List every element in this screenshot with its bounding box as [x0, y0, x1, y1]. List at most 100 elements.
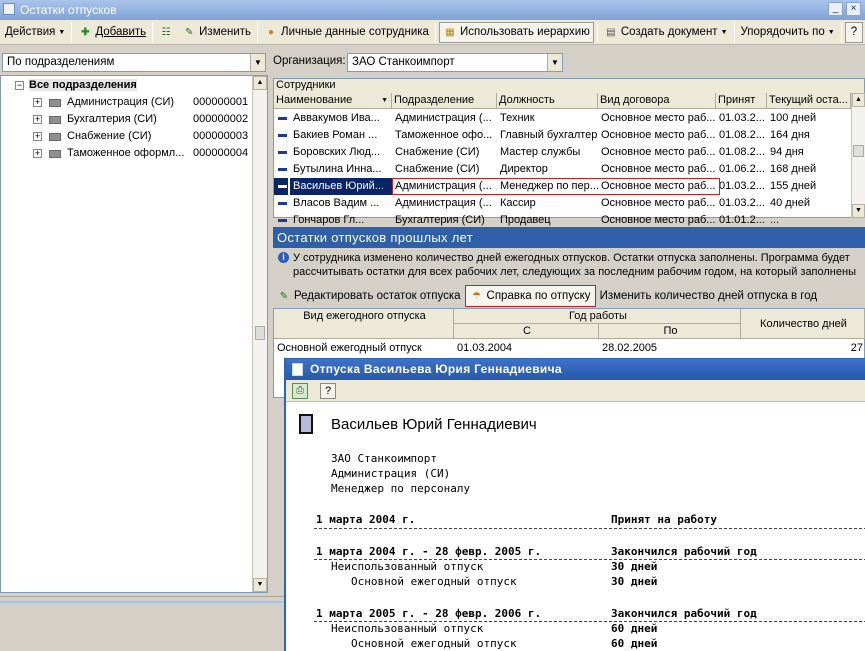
table-cell[interactable]: 01.03.2...	[716, 110, 767, 127]
table-cell[interactable]: Основное место раб...	[598, 127, 716, 144]
actions-menu[interactable]: Действия ▼	[2, 22, 68, 43]
table-cell[interactable]: 01.03.2...	[716, 178, 767, 195]
print-icon[interactable]: ⎙	[292, 383, 308, 399]
table-cell[interactable]: Снабжение (СИ)	[392, 161, 497, 178]
change-days-button[interactable]: Изменить количество дней отпуска в год	[596, 285, 822, 307]
table-cell[interactable]: Главный бухгалтер	[497, 127, 598, 144]
table-row[interactable]: Бутылина Инна... Снабжение (СИ) Директор Ос…	[274, 161, 851, 178]
table-row[interactable]: Боровских Люд... Снабжение (СИ) Мастер слу…	[274, 144, 851, 161]
column-header[interactable]: Год работы	[454, 309, 741, 324]
column-header[interactable]: Принят	[716, 93, 767, 109]
add-button[interactable]: ✚ Добавить	[75, 22, 149, 43]
table-cell[interactable]: Кассир	[497, 195, 598, 212]
table-cell[interactable]: Основное место раб...	[598, 195, 716, 212]
tree-item[interactable]: + Бухгалтерия (СИ) 000000002	[33, 112, 263, 128]
tree-item[interactable]: + Таможенное оформл... 000000004	[33, 146, 263, 162]
expand-icon[interactable]: +	[33, 98, 42, 107]
hierarchy-list-button[interactable]: ☷	[156, 22, 179, 43]
table-cell[interactable]: Основное место раб...	[598, 144, 716, 161]
employee-icon	[278, 117, 287, 120]
create-document-button[interactable]: ▤ Создать документ ▼	[601, 22, 731, 43]
report-position: Менеджер по персоналу	[331, 482, 471, 495]
table-cell[interactable]: 100 дней	[767, 110, 851, 127]
tree-item[interactable]: + Снабжение (СИ) 000000003	[33, 129, 263, 145]
table-cell[interactable]: Основное место раб...	[598, 110, 716, 127]
minimize-button[interactable]: _	[828, 2, 843, 16]
chevron-down-icon[interactable]: ▼	[547, 54, 562, 71]
table-cell[interactable]: Администрация (...	[392, 110, 497, 127]
scroll-down-icon[interactable]: ▼	[852, 204, 865, 218]
table-cell[interactable]: 168 дней	[767, 161, 851, 178]
table-cell[interactable]: 40 дней	[767, 195, 851, 212]
table-cell[interactable]: Основное место раб...	[598, 161, 716, 178]
period-status: Закончился рабочий год	[611, 545, 757, 558]
table-row[interactable]: Аввакумов Ива... Администрация (... Техник…	[274, 110, 851, 127]
table-cell[interactable]: Таможенное офо...	[392, 127, 497, 144]
help-icon[interactable]: ?	[320, 383, 336, 399]
vacation-report-button[interactable]: ☂ Справка по отпуску	[464, 285, 596, 307]
collapse-icon[interactable]: −	[15, 81, 24, 90]
personal-data-button[interactable]: ● Личные данные сотрудника	[261, 22, 432, 43]
table-cell[interactable]: Аввакумов Ива...	[290, 110, 392, 127]
use-hierarchy-button[interactable]: ▦ Использовать иерархию	[438, 21, 594, 43]
table-cell[interactable]: 155 дней	[767, 178, 851, 195]
table-row[interactable]: Власов Вадим ... Администрация (... Кассир…	[274, 195, 851, 212]
department-tree: − Все подразделения + Администрация (СИ)…	[0, 75, 268, 593]
table-cell[interactable]: Бутылина Инна...	[290, 161, 392, 178]
column-header[interactable]: С	[454, 324, 599, 339]
scroll-up-icon[interactable]: ▲	[253, 76, 267, 90]
table-cell[interactable]: 28.02.2005	[599, 340, 741, 357]
table-cell[interactable]: Власов Вадим ...	[290, 195, 392, 212]
table-cell[interactable]: 01.08.2...	[716, 144, 767, 161]
scroll-thumb[interactable]	[853, 145, 864, 157]
close-button[interactable]: ×	[846, 2, 861, 16]
column-header[interactable]: Должность	[497, 93, 598, 109]
table-cell[interactable]: 01.08.2...	[716, 127, 767, 144]
edit-balance-button[interactable]: ✎ Редактировать остаток отпуска	[273, 285, 465, 307]
table-cell[interactable]: Бакиев Роман ...	[290, 127, 392, 144]
expand-icon[interactable]: +	[33, 149, 42, 158]
help-button[interactable]: ?	[844, 21, 864, 43]
table-cell[interactable]: Администрация (...	[392, 195, 497, 212]
table-cell[interactable]: 164 дня	[767, 127, 851, 144]
table-cell[interactable]: Боровских Люд...	[290, 144, 392, 161]
column-header[interactable]: Текущий оста...	[767, 93, 851, 109]
employees-scrollbar[interactable]: ▲ ▼	[851, 93, 865, 218]
table-row[interactable]: Бакиев Роман ... Таможенное офо... Главный…	[274, 127, 851, 144]
sort-icon[interactable]: ▼	[381, 93, 388, 108]
report-org: ЗАО Станкоимпорт	[331, 452, 437, 465]
expand-icon[interactable]: +	[33, 115, 42, 124]
column-header[interactable]: Подразделение	[392, 93, 497, 109]
scroll-up-icon[interactable]: ▲	[852, 93, 865, 107]
column-header[interactable]: Количество дней	[741, 309, 865, 339]
expand-icon[interactable]: +	[33, 132, 42, 141]
table-cell[interactable]: Мастер службы	[497, 144, 598, 161]
column-header[interactable]: Вид ежегодного отпуска	[274, 309, 454, 339]
grouping-select[interactable]: По подразделениям ▼	[2, 53, 266, 72]
table-cell[interactable]: Техник	[497, 110, 598, 127]
employee-icon	[278, 151, 287, 154]
table-cell[interactable]: Директор	[497, 161, 598, 178]
scroll-thumb[interactable]	[255, 326, 265, 340]
table-cell[interactable]: 01.03.2004	[454, 340, 599, 357]
table-cell[interactable]: Основной ежегодный отпуск	[274, 340, 454, 357]
edit-button[interactable]: ✎ Изменить	[179, 22, 254, 43]
table-cell[interactable]: 27	[741, 340, 865, 357]
tree-item[interactable]: + Администрация (СИ) 000000001	[33, 95, 263, 111]
sort-by-menu[interactable]: Упорядочить по ▼	[738, 22, 838, 43]
organization-select[interactable]: ЗАО Станкоимпорт ▼	[347, 53, 563, 72]
scroll-down-icon[interactable]: ▼	[253, 578, 267, 592]
tree-scrollbar[interactable]: ▲ ▼	[252, 76, 267, 592]
table-cell[interactable]: 01.06.2...	[716, 161, 767, 178]
table-cell[interactable]: Снабжение (СИ)	[392, 144, 497, 161]
table-cell[interactable]: 94 дня	[767, 144, 851, 161]
table-row[interactable]: Васильев Юрий... Администрация (... Менедж…	[274, 178, 851, 195]
report-window-title: Отпуска Васильева Юрия Геннадиевича	[286, 359, 865, 380]
column-header[interactable]: По	[599, 324, 741, 339]
chevron-down-icon[interactable]: ▼	[250, 54, 265, 71]
column-header[interactable]: Вид договора	[598, 93, 716, 109]
table-cell[interactable]: Васильев Юрий...	[290, 178, 392, 195]
table-cell[interactable]: 01.03.2...	[716, 195, 767, 212]
kind-label: Основной ежегодный отпуск	[351, 575, 517, 588]
column-header[interactable]: Наименование ▼	[274, 93, 392, 109]
